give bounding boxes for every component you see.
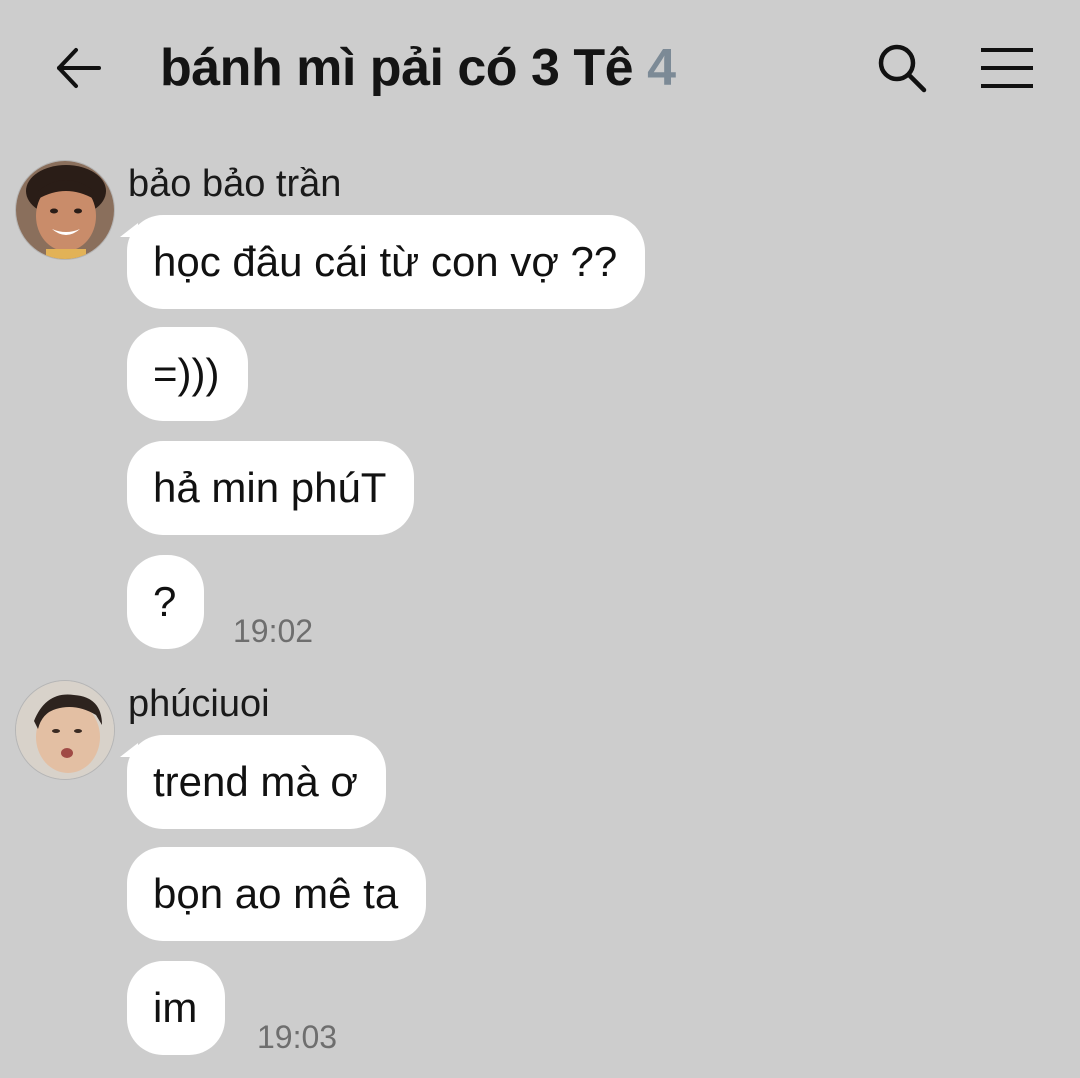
message-bubble[interactable]: học đâu cái từ con vợ ?? [119,215,646,309]
avatar-phuciuoi[interactable] [15,680,115,780]
message-timestamp: 19:03 [257,1019,338,1055]
chat-header: bánh mì pải có 3 Tê 4 [0,0,1080,135]
message-bubble[interactable]: ? [127,555,205,649]
chat-title[interactable]: bánh mì pải có 3 Tê 4 [160,36,676,100]
message-timestamp: 19:02 [233,613,314,649]
hamburger-menu-icon [981,48,1033,88]
message-bubble[interactable]: hả min phúT [127,441,415,535]
sender-name: phúciuoi [128,683,270,725]
member-count: 4 [647,39,676,97]
avatar-photo [16,161,114,259]
search-icon [878,44,927,93]
message-bubble[interactable]: trend mà ơ [120,735,386,829]
search-button[interactable] [872,38,932,98]
menu-button[interactable] [976,38,1038,98]
sender-name: bảo bảo trần [128,163,342,205]
message-bubble[interactable]: bọn ao mê ta [127,847,427,941]
avatar-photo [16,681,114,779]
message-bubble[interactable]: =))) [127,327,248,421]
back-button[interactable] [50,40,106,96]
group-name: bánh mì pải có 3 Tê [160,39,634,97]
arrow-left-icon [57,48,101,88]
avatar-bao-bao-tran[interactable] [15,160,115,260]
message-bubble[interactable]: im [127,961,226,1055]
